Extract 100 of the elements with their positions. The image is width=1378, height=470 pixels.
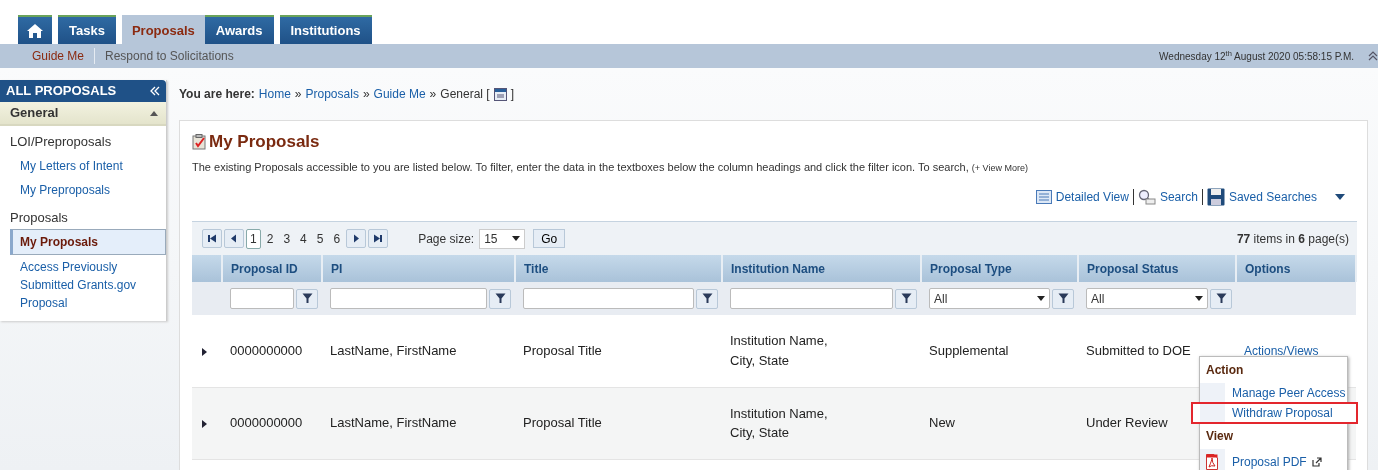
clipboard-icon: [192, 133, 206, 150]
window-icon: [493, 87, 507, 101]
column-header: Proposal Type: [921, 255, 1078, 282]
filter-input[interactable]: [523, 288, 694, 309]
breadcrumb-link[interactable]: Guide Me: [373, 85, 426, 103]
go-button[interactable]: Go: [533, 229, 566, 248]
column-header: Options: [1236, 255, 1356, 282]
home-icon: [26, 22, 44, 39]
nav-tab[interactable]: Proposals: [121, 15, 205, 44]
page-link[interactable]: 4: [296, 228, 311, 249]
sidebar-link[interactable]: My Proposals: [10, 229, 166, 255]
subnav-link[interactable]: Respond to Solicitations: [95, 47, 244, 65]
collapse-left-icon: [150, 86, 160, 96]
nav-tab[interactable]: Awards: [204, 15, 274, 44]
column-header: PI: [322, 255, 515, 282]
table-cell: 0000000000: [230, 415, 303, 431]
next-page-button[interactable]: [346, 229, 367, 248]
external-link-icon: [1311, 457, 1322, 467]
panel-title: My Proposals: [209, 131, 320, 153]
page-size-select[interactable]: 15: [479, 228, 526, 249]
filter-select[interactable]: All: [929, 288, 1050, 309]
page-link[interactable]: 1: [246, 228, 261, 249]
dropdown-caret-icon: [1335, 194, 1345, 200]
first-page-button[interactable]: [202, 229, 222, 248]
breadcrumb-current: General [: [440, 86, 490, 103]
table-cell: New: [929, 415, 955, 431]
table-cell: Proposal Title: [523, 415, 602, 431]
expand-row-icon: [202, 419, 207, 428]
menu-item[interactable]: Proposal PDF: [1200, 449, 1347, 470]
table-cell: Submitted to DOE: [1086, 343, 1191, 358]
menu-item[interactable]: Manage Peer Access: [1200, 383, 1347, 403]
dropdown-caret-icon: [1037, 296, 1045, 301]
toolbar-link[interactable]: Search: [1159, 188, 1198, 206]
first-page-icon: [208, 234, 216, 243]
sidebar-link[interactable]: Access Previously Submitted Grants.gov Proposal: [0, 255, 166, 315]
filter-button[interactable]: [489, 288, 511, 309]
filter-button[interactable]: [895, 288, 917, 309]
table-cell: Supplemental: [929, 343, 1009, 358]
page-link[interactable]: 3: [279, 228, 295, 249]
nav-tab[interactable]: Institutions: [279, 15, 372, 44]
filter-input[interactable]: [330, 288, 487, 309]
filter-icon: [1215, 293, 1227, 304]
filter-button[interactable]: [696, 288, 718, 309]
column-header: Institution Name: [722, 255, 921, 282]
filter-icon: [301, 293, 313, 304]
sidebar-link[interactable]: My Preproposals: [0, 177, 166, 202]
toolbar-link[interactable]: Detailed View: [1055, 188, 1129, 206]
subnav-link[interactable]: Guide Me: [22, 47, 95, 65]
filter-icon: [1057, 293, 1069, 304]
breadcrumb-link[interactable]: Home: [258, 85, 291, 103]
filter-icon: [900, 293, 912, 304]
column-header: Proposal ID: [222, 255, 322, 282]
filter-input[interactable]: [230, 288, 294, 309]
breadcrumb-bracket: ]: [510, 86, 514, 103]
last-page-icon: [374, 234, 383, 243]
filter-input[interactable]: [730, 288, 893, 309]
breadcrumb-separator: »: [429, 86, 437, 103]
sidebar-heading: LOI/Preproposals: [9, 133, 113, 151]
search-icon: [1137, 189, 1156, 205]
column-header: Title: [515, 255, 722, 282]
dropdown-caret-icon: [1195, 296, 1203, 301]
table-cell: LastName, FirstName: [330, 415, 457, 431]
date-time: Wednesday 12$^{th}$ August 2020 05:58:15 P.M.: [1159, 48, 1354, 64]
table-cell: LastName, FirstName: [330, 343, 457, 358]
breadcrumb-link[interactable]: Proposals: [305, 85, 359, 103]
breadcrumb-label: You are here:: [179, 86, 255, 103]
toolbar-link[interactable]: Saved Searches: [1228, 188, 1317, 206]
save-icon: [1206, 188, 1225, 206]
last-page-button[interactable]: [368, 229, 389, 248]
menu-item[interactable]: Withdraw Proposal: [1192, 403, 1357, 423]
sidebar-link[interactable]: My Letters of Intent: [0, 153, 166, 178]
table-cell: Under Review: [1086, 415, 1168, 431]
sidebar-title: ALL PROPOSALS: [6, 82, 117, 101]
description-text: The existing Proposals accessible to you are listed below. To filter, enter the data in the textboxes below the column headings and click the filter icon. To search,: [192, 160, 970, 173]
table-cell-text: Institution Name, City, State: [730, 332, 829, 370]
view-more-link[interactable]: (+ View More): [971, 162, 1028, 173]
filter-select[interactable]: All: [1086, 288, 1208, 309]
page-size-label: Page size:: [418, 230, 475, 248]
previous-page-icon: [230, 234, 238, 243]
filter-icon: [701, 293, 713, 304]
expand-row-icon: [202, 347, 207, 356]
actions-link[interactable]: Actions/Views: [1244, 344, 1319, 358]
page-link[interactable]: 5: [312, 228, 328, 249]
page-link[interactable]: 6: [329, 228, 345, 249]
list-view-icon: [1035, 190, 1052, 204]
filter-button[interactable]: [1210, 288, 1232, 309]
item-count: 77 items in 6 page(s): [1236, 230, 1349, 248]
menu-heading: Action: [1205, 362, 1245, 379]
page-link[interactable]: 2: [262, 228, 278, 249]
next-page-icon: [352, 234, 361, 243]
section-header[interactable]: General: [0, 102, 166, 126]
filter-button[interactable]: [1052, 288, 1074, 309]
nav-tab[interactable]: Tasks: [58, 15, 116, 44]
section-title: General: [10, 104, 59, 123]
breadcrumb-separator: »: [362, 86, 370, 103]
pdf-icon: [1206, 454, 1218, 470]
previous-page-button[interactable]: [224, 229, 244, 248]
breadcrumb-separator: »: [294, 86, 302, 103]
filter-button[interactable]: [296, 288, 318, 309]
home-tab[interactable]: [18, 15, 52, 44]
